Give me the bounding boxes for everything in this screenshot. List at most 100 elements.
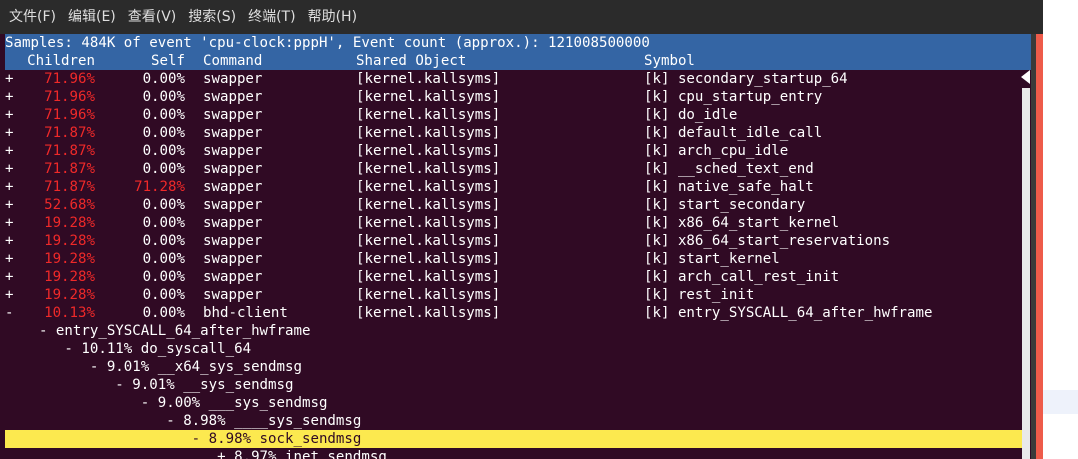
- self-percent: 0.00%: [142, 89, 185, 105]
- menu-item[interactable]: 终端(T): [242, 0, 301, 34]
- children-percent: 19.28%: [44, 269, 95, 285]
- report-row[interactable]: +19.28% 0.00% swapper [kernel.kallsyms] [k] …: [5, 286, 1022, 304]
- expand-toggle: +: [5, 179, 14, 195]
- children-percent: 10.13%: [44, 305, 95, 321]
- symbol-name: [k] arch_cpu_idle: [644, 143, 789, 159]
- menu-item[interactable]: 查看(V): [122, 0, 183, 34]
- shared-object: [kernel.kallsyms]: [356, 107, 501, 123]
- report-row[interactable]: +19.28% 0.00% swapper [kernel.kallsyms] [k] …: [5, 232, 1022, 250]
- expand-toggle: +: [5, 125, 14, 141]
- command-name: swapper: [203, 287, 263, 303]
- children-percent: 19.28%: [44, 215, 95, 231]
- children-percent: 71.87%: [44, 125, 95, 141]
- children-percent: 19.28%: [44, 251, 95, 267]
- tree-entry[interactable]: + 8.97% inet_sendmsg: [5, 448, 387, 459]
- command-name: swapper: [203, 197, 263, 213]
- shared-object: [kernel.kallsyms]: [356, 287, 501, 303]
- symbol-name: [k] __sched_text_end: [644, 161, 814, 177]
- symbol-name: [k] cpu_startup_entry: [644, 89, 823, 105]
- self-percent: 0.00%: [142, 125, 185, 141]
- shared-object: [kernel.kallsyms]: [356, 269, 501, 285]
- tree-entry[interactable]: - 8.98% ____sys_sendmsg: [5, 412, 361, 430]
- expand-toggle: +: [5, 251, 14, 267]
- report-row[interactable]: +71.87% 0.00% swapper [kernel.kallsyms] [k] …: [5, 124, 1022, 142]
- scroll-up-arrow-icon[interactable]: [1021, 70, 1030, 84]
- shared-object: [kernel.kallsyms]: [356, 89, 501, 105]
- report-row[interactable]: +19.28% 0.00% swapper [kernel.kallsyms] [k] …: [5, 250, 1022, 268]
- self-percent: 0.00%: [142, 71, 185, 87]
- column-children: Children: [27, 53, 95, 69]
- command-name: swapper: [203, 269, 263, 285]
- menu-bar: 文件(F) 编辑(E) 查看(V) 搜索(S) 终端(T) 帮助(H): [0, 0, 1043, 34]
- symbol-name: [k] x86_64_start_kernel: [644, 215, 840, 231]
- command-name: swapper: [203, 161, 263, 177]
- background-window-strip: [1043, 390, 1078, 414]
- command-name: bhd-client: [203, 305, 288, 321]
- shared-object: [kernel.kallsyms]: [356, 215, 501, 231]
- expand-toggle: +: [5, 89, 14, 105]
- report-header: Samples: 484K of event 'cpu-clock:pppH',…: [5, 34, 1032, 70]
- expand-toggle: +: [5, 143, 14, 159]
- window-accent-bar: [1036, 34, 1043, 459]
- children-percent: 19.28%: [44, 287, 95, 303]
- symbol-name: [k] start_kernel: [644, 251, 780, 267]
- expand-toggle: +: [5, 233, 14, 249]
- report-row[interactable]: +71.87% 0.00% swapper [kernel.kallsyms] [k] …: [5, 160, 1022, 178]
- expand-toggle: +: [5, 71, 14, 87]
- children-percent: 52.68%: [44, 197, 95, 213]
- children-percent: 71.96%: [44, 107, 95, 123]
- symbol-name: [k] native_safe_halt: [644, 179, 814, 195]
- tree-entry[interactable]: - 9.01% __sys_sendmsg: [5, 376, 293, 394]
- report-row[interactable]: +71.96% 0.00% swapper [kernel.kallsyms] [k] …: [5, 106, 1022, 124]
- report-row[interactable]: +52.68% 0.00% swapper [kernel.kallsyms] [k] …: [5, 196, 1022, 214]
- symbol-name: [k] do_idle: [644, 107, 738, 123]
- column-self: Self: [151, 53, 185, 69]
- selected-tree-row[interactable]: - 8.98% sock_sendmsg: [5, 430, 1022, 448]
- shared-object: [kernel.kallsyms]: [356, 161, 501, 177]
- self-percent: 0.00%: [142, 251, 185, 267]
- report-row[interactable]: - 10.13% 0.00% bhd-client [kernel.kallsyms] […: [5, 304, 1022, 322]
- children-percent: 71.96%: [44, 71, 95, 87]
- tree-entry[interactable]: - 9.01% __x64_sys_sendmsg: [5, 358, 302, 376]
- symbol-name: [k] rest_init: [644, 287, 755, 303]
- expand-toggle: +: [5, 215, 14, 231]
- report-row[interactable]: +19.28% 0.00% swapper [kernel.kallsyms] [k] …: [5, 268, 1022, 286]
- column-shared-object: Shared Object: [356, 53, 467, 69]
- scrollbar-thumb[interactable]: [1022, 88, 1030, 459]
- expand-toggle: +: [5, 287, 14, 303]
- report-row[interactable]: +19.28% 0.00% swapper [kernel.kallsyms] [k] …: [5, 214, 1022, 232]
- tree-entry[interactable]: - 9.00% ___sys_sendmsg: [5, 394, 328, 412]
- tree-entry[interactable]: - entry_SYSCALL_64_after_hwframe: [5, 322, 311, 340]
- expand-toggle: +: [5, 269, 14, 285]
- self-percent: 0.00%: [142, 107, 185, 123]
- report-row[interactable]: +71.96% 0.00% swapper [kernel.kallsyms] [k] …: [5, 88, 1022, 106]
- menu-item[interactable]: 帮助(H): [302, 0, 363, 34]
- menu-item[interactable]: 文件(F): [0, 0, 62, 34]
- menu-item[interactable]: 编辑(E): [62, 0, 122, 34]
- shared-object: [kernel.kallsyms]: [356, 251, 501, 267]
- report-row[interactable]: +71.96% 0.00% swapper [kernel.kallsyms] [k] …: [5, 70, 1022, 88]
- command-name: swapper: [203, 107, 263, 123]
- scrollbar[interactable]: [1021, 70, 1031, 459]
- children-percent: 71.87%: [44, 179, 95, 195]
- expand-toggle: +: [5, 161, 14, 177]
- column-command: Command: [203, 53, 263, 69]
- symbol-name: [k] default_idle_call: [644, 125, 823, 141]
- expand-toggle: +: [5, 107, 14, 123]
- command-name: swapper: [203, 125, 263, 141]
- self-percent: 0.00%: [142, 215, 185, 231]
- shared-object: [kernel.kallsyms]: [356, 179, 501, 195]
- symbol-name: [k] x86_64_start_reservations: [644, 233, 891, 249]
- expand-toggle: -: [5, 305, 14, 321]
- menu-item[interactable]: 搜索(S): [182, 0, 242, 34]
- tree-entry[interactable]: - 10.11% do_syscall_64: [5, 340, 251, 358]
- self-percent: 0.00%: [142, 233, 185, 249]
- report-row[interactable]: +71.87% 71.28% swapper [kernel.kallsyms] [k]…: [5, 178, 1022, 196]
- report-row[interactable]: +71.87% 0.00% swapper [kernel.kallsyms] [k] …: [5, 142, 1022, 160]
- symbol-name: [k] secondary_startup_64: [644, 71, 848, 87]
- shared-object: [kernel.kallsyms]: [356, 233, 501, 249]
- shared-object: [kernel.kallsyms]: [356, 71, 501, 87]
- self-percent: 0.00%: [142, 287, 185, 303]
- perf-report-view[interactable]: Samples: 484K of event 'cpu-clock:pppH',…: [0, 34, 1043, 459]
- column-symbol: Symbol: [644, 53, 695, 69]
